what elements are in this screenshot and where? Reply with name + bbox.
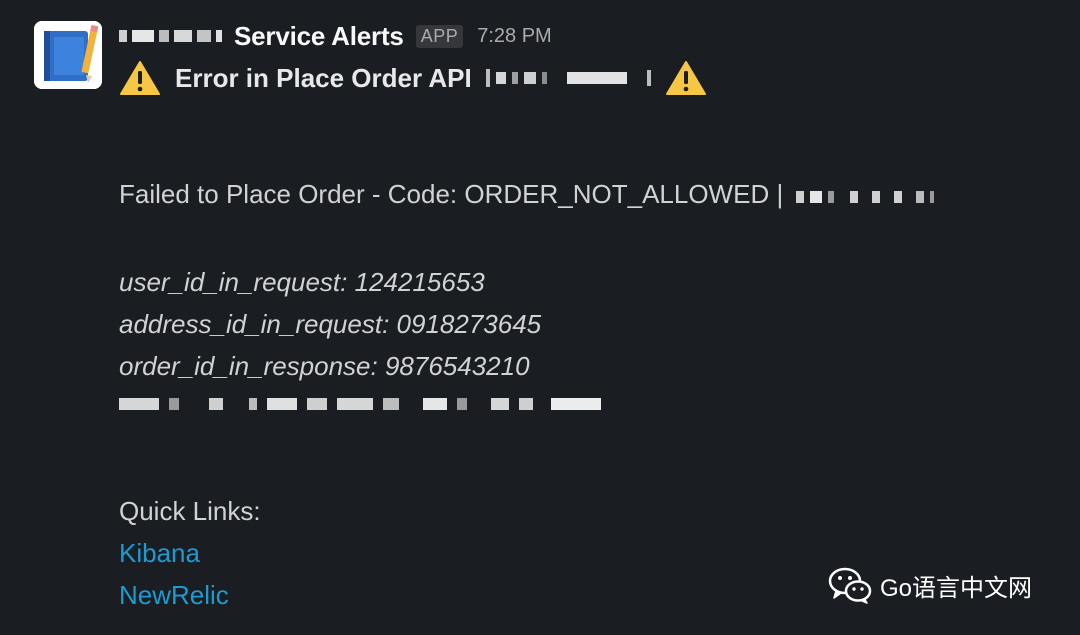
field-user-id: user_id_in_request: 124215653 (119, 267, 485, 297)
field-address-id: address_id_in_request: 0918273645 (119, 309, 542, 339)
app-badge: APP (415, 24, 464, 48)
warning-triangle-icon (665, 61, 706, 95)
failure-line: Failed to Place Order - Code: ORDER_NOT_… (119, 179, 935, 210)
failure-text: Failed to Place Order - Code: ORDER_NOT_… (119, 179, 784, 209)
message-header: Service Alerts APP 7:28 PM (119, 18, 552, 54)
alert-title-text: Error in Place Order API (175, 62, 472, 93)
slack-message: Service Alerts APP 7:28 PM Error in Plac… (0, 0, 1080, 635)
redacted-line (119, 398, 601, 410)
kibana-link[interactable]: Kibana (119, 538, 200, 569)
watermark-text: Go语言中文网 (880, 574, 1033, 602)
alert-title: Error in Place Order API (119, 56, 707, 100)
timestamp[interactable]: 7:28 PM (477, 25, 551, 48)
redacted-failure-suffix (796, 191, 935, 203)
notebook-pencil-icon (34, 21, 102, 89)
quick-links-label: Quick Links: (119, 496, 261, 526)
redacted-sender-prefix (119, 30, 222, 42)
wechat-icon (828, 567, 872, 604)
redacted-title-suffix (485, 69, 651, 87)
watermark: Go语言中文网 (828, 565, 1032, 605)
warning-triangle-icon (120, 61, 160, 95)
avatar[interactable] (34, 21, 102, 89)
sender-name[interactable]: Service Alerts (234, 21, 404, 52)
field-order-id: order_id_in_response: 9876543210 (119, 351, 530, 381)
newrelic-link[interactable]: NewRelic (119, 580, 229, 611)
